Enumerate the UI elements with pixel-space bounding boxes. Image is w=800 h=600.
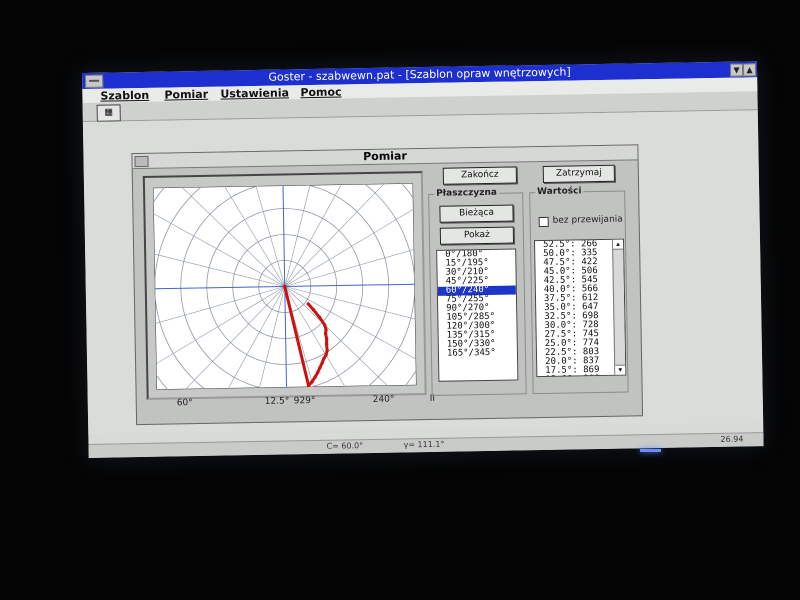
polar-plot xyxy=(153,183,417,390)
main-client-area: Pomiar 60° 12.5° 929° 240° II Zakończ Za… xyxy=(82,110,764,434)
menu-pomoc[interactable]: Pomoc xyxy=(300,85,341,99)
polar-plot-frame xyxy=(142,171,427,400)
current-plane-button[interactable]: Bieżąca xyxy=(439,204,514,223)
measurement-dialog: Pomiar 60° 12.5° 929° 240° II Zakończ Za… xyxy=(131,144,644,426)
values-list[interactable]: 52.5°: 266 50.0°: 335 47.5°: 422 45.0°: 506… xyxy=(533,238,627,378)
values-scrollbar[interactable]: ▲ ▼ xyxy=(611,239,626,375)
show-plane-button[interactable]: Pokaż xyxy=(439,226,515,245)
status-c-value: C= 60.0° xyxy=(326,441,364,451)
status-bar: C= 60.0° γ= 111.1° 26.94 xyxy=(88,432,764,458)
plane-group-label: Płaszczyzna xyxy=(434,187,500,199)
dialog-system-menu-icon[interactable] xyxy=(134,155,149,168)
monitor-screen: Goster - szabwewn.pat - [Szablon opraw w… xyxy=(82,61,764,458)
plane-list-item[interactable]: 165°/345° xyxy=(439,348,517,359)
status-right-value: 26.94 xyxy=(720,434,744,444)
no-scroll-label: bez przewijania xyxy=(552,214,623,226)
plane-left-angle: 60° xyxy=(176,398,193,409)
stop-button[interactable]: Zatrzymaj xyxy=(542,164,615,183)
chart-icon[interactable]: ▦ xyxy=(96,104,121,122)
current-angle: 12.5° xyxy=(264,396,290,407)
minimize-button[interactable]: ▼ xyxy=(729,63,744,77)
scroll-up-arrow[interactable]: ▲ xyxy=(612,239,624,250)
menu-ustawienia[interactable]: Ustawienia xyxy=(220,86,289,100)
values-group-label: Wartości xyxy=(535,186,584,198)
plane-list-items: 0°/180° 15°/195° 30°/210° 45°/225° 60°/240° 7… xyxy=(437,249,517,359)
scroll-down-arrow[interactable]: ▼ xyxy=(615,364,626,375)
current-value: 929° xyxy=(293,395,316,407)
menu-pomiar[interactable]: Pomiar xyxy=(164,88,208,102)
finish-button[interactable]: Zakończ xyxy=(442,166,517,185)
maximize-button[interactable]: ▲ xyxy=(742,63,757,77)
monitor-power-led xyxy=(640,449,661,452)
plane-right-angle: 240° xyxy=(372,394,395,405)
plane-list[interactable]: 0°/180° 15°/195° 30°/210° 45°/225° 60°/240° 7… xyxy=(436,248,519,382)
menu-szablon[interactable]: Szablon xyxy=(100,89,149,103)
no-scroll-checkbox[interactable] xyxy=(538,216,549,228)
status-gamma-value: γ= 111.1° xyxy=(403,439,445,450)
